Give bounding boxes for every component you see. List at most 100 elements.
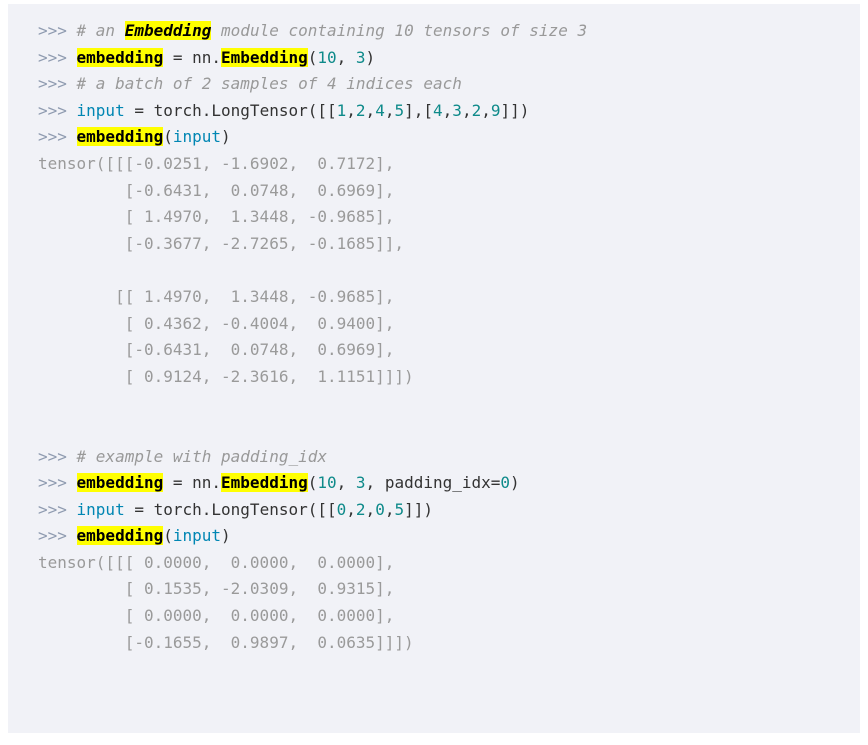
code-input-line: >>> embedding = nn.Embedding(10, 3) xyxy=(38,45,860,72)
code-input-line: >>> embedding = nn.Embedding(10, 3, padd… xyxy=(38,470,860,497)
prompt-marker: >>> xyxy=(38,100,77,120)
code-token-plain: ]]) xyxy=(404,499,434,519)
code-token-name: input xyxy=(76,100,125,120)
tensor-output-text: [-0.1655, 0.9897, 0.0635]]]) xyxy=(38,632,414,652)
code-input-line: >>> input = torch.LongTensor([[1,2,4,5],… xyxy=(38,98,860,125)
code-token-num: 3 xyxy=(355,473,366,493)
code-token-plain: , xyxy=(336,47,356,67)
prompt-marker: >>> xyxy=(38,526,77,546)
code-token-num: 9 xyxy=(490,100,501,120)
tensor-output-text: tensor([[[ 0.0000, 0.0000, 0.0000], xyxy=(38,552,395,572)
tensor-output-text: [-0.6431, 0.0748, 0.6969], xyxy=(38,180,395,200)
code-input-line: >>> input = torch.LongTensor([[0,2,0,5]]… xyxy=(38,497,860,524)
code-token-plain: ) xyxy=(221,526,231,546)
code-input-line: >>> embedding(input) xyxy=(38,523,860,550)
prompt-marker: >>> xyxy=(38,74,77,94)
code-token-num: 0 xyxy=(375,499,385,519)
tensor-output-text: [ 0.1535, -2.0309, 0.9315], xyxy=(38,579,395,599)
code-token-plain: ( xyxy=(307,47,318,67)
code-output-line: [-0.6431, 0.0748, 0.6969], xyxy=(38,337,860,364)
code-output-line: [ 0.0000, 0.0000, 0.0000], xyxy=(38,603,860,630)
highlighted-term: embedding xyxy=(76,127,164,147)
code-token-plain: , xyxy=(481,100,491,120)
highlighted-term: embedding xyxy=(76,47,164,67)
tensor-output-text: [[ 1.4970, 1.3448, -0.9685], xyxy=(38,286,395,306)
prompt-marker: >>> xyxy=(38,446,77,466)
code-token-plain: , xyxy=(346,499,356,519)
code-token-plain: , xyxy=(336,473,356,493)
code-token-num: 3 xyxy=(452,100,462,120)
tensor-output-text: [ 1.4970, 1.3448, -0.9685], xyxy=(38,207,395,227)
code-token-plain: , padding_idx= xyxy=(365,473,501,493)
code-token-plain: ) xyxy=(510,473,520,493)
code-token-plain: , xyxy=(346,100,356,120)
code-token-num: 5 xyxy=(394,499,405,519)
code-token-name: input xyxy=(172,526,222,546)
code-input-line: >>> # a batch of 2 samples of 4 indices … xyxy=(38,71,860,98)
code-token-num: 5 xyxy=(394,100,405,120)
code-input-line: >>> # example with padding_idx xyxy=(38,444,860,471)
code-token-plain: , xyxy=(365,499,376,519)
code-token-num: 4 xyxy=(375,100,385,120)
prompt-marker: >>> xyxy=(38,127,77,147)
code-token-plain: = torch.LongTensor([[ xyxy=(124,100,337,120)
code-output-line: [ 0.1535, -2.0309, 0.9315], xyxy=(38,576,860,603)
code-output-line: [-0.3677, -2.7265, -0.1685]], xyxy=(38,231,860,258)
code-token-comment: # a batch of 2 samples of 4 indices each xyxy=(76,74,462,94)
code-output-line: [ 0.4362, -0.4004, 0.9400], xyxy=(38,311,860,338)
code-token-num: 0 xyxy=(500,473,511,493)
code-token-comment: module containing 10 tensors of size 3 xyxy=(211,21,588,40)
code-output-line: [[ 1.4970, 1.3448, -0.9685], xyxy=(38,284,860,311)
highlighted-term: embedding xyxy=(76,526,164,546)
code-token-num: 0 xyxy=(336,499,347,519)
code-token-num: 10 xyxy=(317,473,337,493)
code-token-comment: # example with padding_idx xyxy=(76,446,327,466)
code-token-comment: # an xyxy=(76,21,125,40)
code-token-num: 2 xyxy=(471,100,482,120)
code-token-plain: ) xyxy=(365,47,376,67)
code-token-num: 4 xyxy=(433,100,443,120)
code-token-num: 3 xyxy=(355,47,366,67)
tensor-output-text: [-0.3677, -2.7265, -0.1685]], xyxy=(38,233,405,253)
highlighted-term: Embedding xyxy=(124,21,212,40)
code-token-num: 2 xyxy=(355,100,366,120)
prompt-marker: >>> xyxy=(38,21,77,40)
code-token-plain: ( xyxy=(307,473,318,493)
code-token-num: 10 xyxy=(317,47,337,67)
tensor-output-text: tensor([[[-0.0251, -1.6902, 0.7172], xyxy=(38,153,395,173)
code-output-line: tensor([[[-0.0251, -1.6902, 0.7172], xyxy=(38,151,860,178)
code-token-name: input xyxy=(76,499,125,519)
code-token-plain: , xyxy=(365,100,376,120)
code-token-num: 2 xyxy=(355,499,366,519)
tensor-output-text: [-0.6431, 0.0748, 0.6969], xyxy=(38,340,395,360)
code-token-plain: ]]) xyxy=(500,100,530,120)
code-token-num: 1 xyxy=(336,100,347,120)
code-output-line: tensor([[[ 0.0000, 0.0000, 0.0000], xyxy=(38,550,860,577)
highlighted-term: embedding xyxy=(76,473,164,493)
code-token-plain: = torch.LongTensor([[ xyxy=(124,499,337,519)
code-input-line: >>> # an Embedding module containing 10 … xyxy=(38,18,860,45)
tensor-output-text: [ 0.4362, -0.4004, 0.9400], xyxy=(38,313,395,333)
code-token-plain: , xyxy=(442,100,453,120)
doctest-code-area[interactable]: >>> # an Embedding module containing 10 … xyxy=(8,18,860,656)
code-output-line: [ 1.4970, 1.3448, -0.9685], xyxy=(38,204,860,231)
tensor-output-text: [ 0.0000, 0.0000, 0.0000], xyxy=(38,606,395,626)
prompt-marker: >>> xyxy=(38,47,77,67)
code-block: >>> # an Embedding module containing 10 … xyxy=(8,4,860,733)
code-token-plain: ( xyxy=(163,526,173,546)
code-token-plain: , xyxy=(461,100,472,120)
highlighted-term: Embedding xyxy=(221,47,308,67)
code-output-line: [-0.1655, 0.9897, 0.0635]]]) xyxy=(38,630,860,657)
code-token-plain: = nn. xyxy=(163,47,222,67)
code-output-line: [ 0.9124, -2.3616, 1.1151]]]) xyxy=(38,364,860,391)
prompt-marker: >>> xyxy=(38,499,77,519)
code-token-plain: ( xyxy=(163,127,173,147)
tensor-output-text: [ 0.9124, -2.3616, 1.1151]]]) xyxy=(38,366,414,386)
code-input-line: >>> embedding(input) xyxy=(38,124,860,151)
code-token-plain: ],[ xyxy=(404,100,434,120)
prompt-marker: >>> xyxy=(38,473,77,493)
code-output-line: [-0.6431, 0.0748, 0.6969], xyxy=(38,178,860,205)
